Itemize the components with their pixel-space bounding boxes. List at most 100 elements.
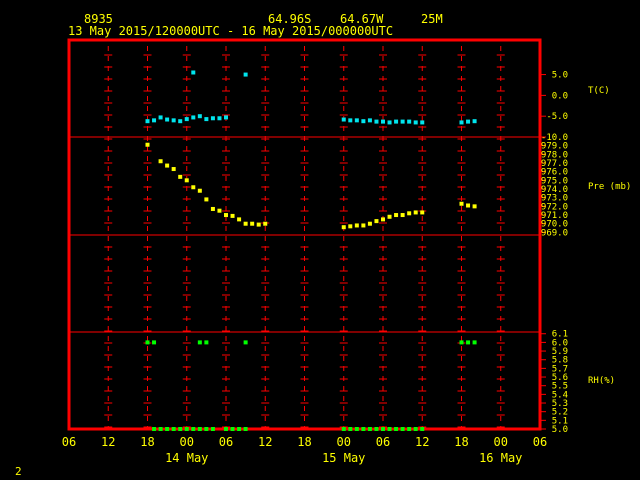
temp-point [197,114,202,119]
pres-point [217,208,222,213]
rh-point [243,340,248,345]
rh-point [459,340,464,345]
x-tick-label: 12 [415,435,429,449]
temp-point [210,116,215,121]
x-tick-label: 06 [376,435,390,449]
x-tick-label: 00 [180,435,194,449]
pres-point [367,221,372,226]
temp-point [152,118,157,123]
rh-point [197,340,202,345]
x-tick-label: 06 [219,435,233,449]
temp-point [354,118,359,123]
rh-point [230,427,235,431]
pres-point [413,210,418,215]
pres-point [204,197,209,202]
x-date-label: 16 May [479,451,522,465]
temp-point [413,120,418,125]
temp-point [348,118,353,123]
x-tick-label: 18 [454,435,468,449]
pres-point [210,206,215,211]
temp-point [191,115,196,120]
pres-point [184,178,189,183]
pres-point [165,163,170,168]
rh-point [197,427,202,431]
rh-point [165,427,170,431]
pres-point [354,223,359,228]
meteogram-chart: 06 12 18 00 06 12 18 00 06 12 18 00 06 14 May 15 May 16… [62,38,631,465]
rh-point [400,427,405,431]
temp-ytick-label: 0.0 [552,91,568,101]
pres-point [394,213,399,218]
temp-point [191,70,196,75]
pres-point [420,210,425,215]
rh-point [367,427,372,431]
x-tick-label: 06 [62,435,76,449]
temp-point [459,120,464,125]
rh-point [420,427,425,431]
rh-point [387,427,392,431]
temp-point [178,119,183,124]
temp-axis-label: T(C) [588,86,610,96]
rh-point [472,340,477,345]
x-tick-label: 00 [337,435,351,449]
rh-point [152,427,157,431]
pres-point [256,222,261,227]
rh-axis-label: RH(%) [588,376,615,386]
temp-point [466,119,471,124]
pres-point [197,188,202,193]
rh-point [191,427,196,431]
rh-point [466,340,471,345]
rh-point [210,427,215,431]
temp-point [171,118,176,123]
pres-point [348,224,353,229]
pres-point [387,214,392,219]
rh-point [158,427,163,431]
rh-point [413,427,418,431]
temp-point [361,119,366,124]
pres-point [250,221,255,226]
pres-point [381,217,385,222]
temp-ytick-label: -5.0 [546,112,568,122]
temp-point [341,117,346,122]
rh-point [381,427,385,431]
pres-point [361,223,366,228]
temp-point [243,72,248,77]
temp-point [217,116,222,121]
pres-point [466,203,471,208]
pres-point [459,201,464,206]
temp-point [224,115,228,120]
temp-point [381,119,385,124]
temp-point [165,117,170,122]
rh-point [204,340,209,345]
rh-point [178,427,183,431]
pres-point [374,219,379,224]
temp-point [472,119,477,124]
x-tick-label: 12 [101,435,115,449]
rh-point [407,427,412,431]
temp-point [387,120,392,125]
x-tick-label: 12 [258,435,272,449]
temp-point [204,117,209,122]
x-tick-label: 18 [297,435,311,449]
temp-point [374,119,379,124]
rh-point [394,427,399,431]
pres-point [224,213,228,218]
temp-point [394,119,399,124]
pres-point [230,213,235,218]
x-tick-label: 06 [533,435,547,449]
rh-point [354,427,359,431]
pres-point [407,211,412,216]
pres-point [171,167,176,172]
pres-ytick-label: 969.0 [541,228,568,238]
x-tick-label: 00 [494,435,508,449]
rh-point [237,427,242,431]
temp-point [420,120,425,125]
temp-point [158,115,163,120]
rh-point [361,427,366,431]
pres-point [145,142,150,147]
page-number: 2 [15,465,22,478]
rh-point [243,427,248,431]
temp-point [407,119,412,124]
x-date-label: 14 May [165,451,208,465]
x-tick-label: 18 [140,435,154,449]
